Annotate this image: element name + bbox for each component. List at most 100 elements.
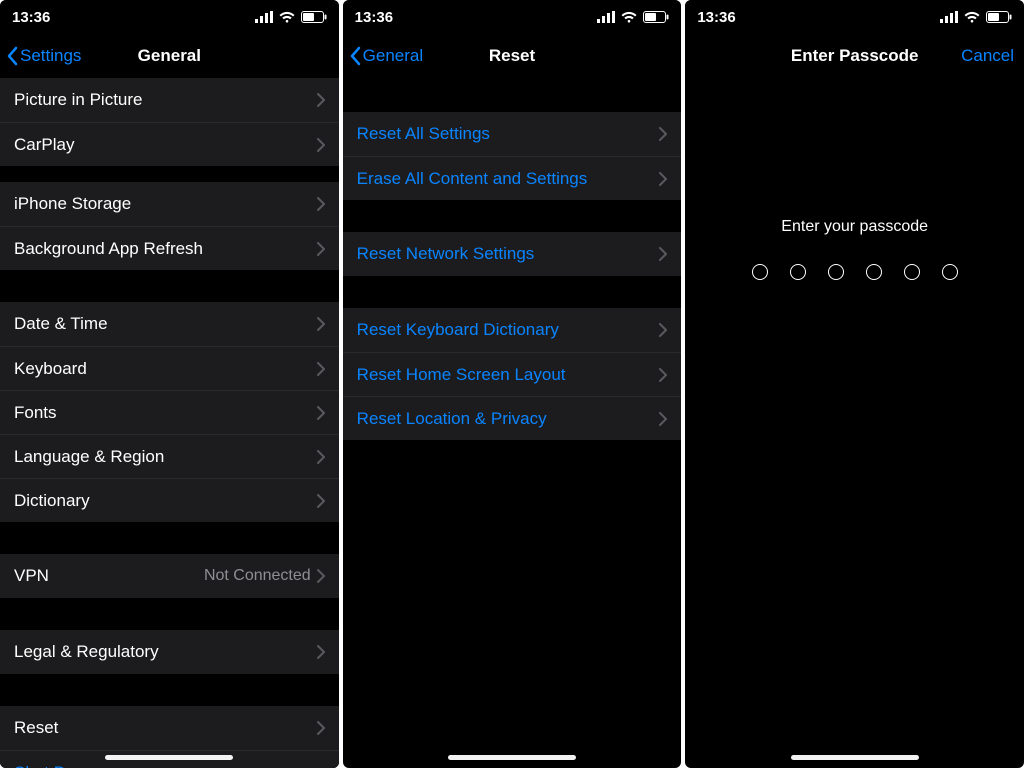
reset-list[interactable]: Reset All Settings Erase All Content and … <box>343 78 682 440</box>
status-indicators <box>597 11 669 23</box>
home-indicator[interactable] <box>448 755 576 760</box>
row-detail: Not Connected <box>204 567 311 585</box>
screen-passcode: 13:36 Enter Passcode Cancel Enter your p… <box>685 0 1024 768</box>
cellular-icon <box>255 11 273 23</box>
chevron-right-icon <box>659 247 667 261</box>
row-label: Erase All Content and Settings <box>357 169 660 189</box>
chevron-right-icon <box>317 242 325 256</box>
status-indicators <box>255 11 327 23</box>
screen-reset: 13:36 General Reset Reset All Settings Er… <box>343 0 682 768</box>
row-legal-regulatory[interactable]: Legal & Regulatory <box>0 630 339 674</box>
row-label: Reset Home Screen Layout <box>357 365 660 385</box>
row-vpn[interactable]: VPNNot Connected <box>0 554 339 598</box>
chevron-right-icon <box>659 368 667 382</box>
settings-group: Date & Time Keyboard Fonts Language & Regio… <box>0 302 339 522</box>
row-label: Reset Keyboard Dictionary <box>357 320 660 340</box>
wifi-icon <box>279 11 295 23</box>
row-label: Keyboard <box>14 359 317 379</box>
status-bar: 13:36 <box>0 0 339 34</box>
cellular-icon <box>597 11 615 23</box>
status-bar: 13:36 <box>343 0 682 34</box>
passcode-dot <box>904 264 920 280</box>
row-reset[interactable]: Reset <box>0 706 339 750</box>
back-label: Settings <box>20 46 81 66</box>
row-dictionary[interactable]: Dictionary <box>0 478 339 522</box>
settings-group: iPhone Storage Background App Refresh <box>0 182 339 270</box>
status-time: 13:36 <box>12 9 50 26</box>
row-language-region[interactable]: Language & Region <box>0 434 339 478</box>
status-bar: 13:36 <box>685 0 1024 34</box>
battery-icon <box>643 11 669 23</box>
passcode-area: Enter your passcode <box>685 78 1024 280</box>
settings-group: VPNNot Connected <box>0 554 339 598</box>
passcode-prompt: Enter your passcode <box>685 218 1024 236</box>
row-label: Reset All Settings <box>357 124 660 144</box>
chevron-right-icon <box>317 362 325 376</box>
row-label: VPN <box>14 566 204 586</box>
settings-group: Legal & Regulatory <box>0 630 339 674</box>
passcode-dot <box>942 264 958 280</box>
home-indicator[interactable] <box>791 755 919 760</box>
row-label: Reset Location & Privacy <box>357 409 660 429</box>
settings-group: Reset All Settings Erase All Content and … <box>343 112 682 200</box>
chevron-right-icon <box>317 138 325 152</box>
row-fonts[interactable]: Fonts <box>0 390 339 434</box>
passcode-dot <box>752 264 768 280</box>
status-indicators <box>940 11 1012 23</box>
settings-group: Reset Keyboard Dictionary Reset Home Scre… <box>343 308 682 440</box>
passcode-dot <box>790 264 806 280</box>
wifi-icon <box>621 11 637 23</box>
row-label: Date & Time <box>14 314 317 334</box>
back-button-settings[interactable]: Settings <box>0 34 81 78</box>
chevron-right-icon <box>659 127 667 141</box>
passcode-dots[interactable] <box>685 264 1024 280</box>
chevron-right-icon <box>659 412 667 426</box>
row-label: Picture in Picture <box>14 90 317 110</box>
row-label: Legal & Regulatory <box>14 642 317 662</box>
row-carplay[interactable]: CarPlay <box>0 122 339 166</box>
screen-general: 13:36 Settings General Picture in Pictur… <box>0 0 339 768</box>
row-reset-location-privacy[interactable]: Reset Location & Privacy <box>343 396 682 440</box>
passcode-dot <box>828 264 844 280</box>
chevron-right-icon <box>317 569 325 583</box>
chevron-right-icon <box>659 172 667 186</box>
row-label: iPhone Storage <box>14 194 317 214</box>
settings-group: Reset Network Settings <box>343 232 682 276</box>
tutorial-triptych: 13:36 Settings General Picture in Pictur… <box>0 0 1024 768</box>
settings-list[interactable]: Picture in Picture CarPlay iPhone Storage B… <box>0 78 339 768</box>
row-background-app-refresh[interactable]: Background App Refresh <box>0 226 339 270</box>
chevron-right-icon <box>659 323 667 337</box>
status-time: 13:36 <box>697 9 735 26</box>
chevron-right-icon <box>317 721 325 735</box>
row-reset-home-screen-layout[interactable]: Reset Home Screen Layout <box>343 352 682 396</box>
row-date-time[interactable]: Date & Time <box>0 302 339 346</box>
chevron-right-icon <box>317 406 325 420</box>
nav-bar: General Reset <box>343 34 682 78</box>
row-label: Shut Down <box>14 763 325 768</box>
cellular-icon <box>940 11 958 23</box>
row-label: Reset Network Settings <box>357 244 660 264</box>
chevron-right-icon <box>317 494 325 508</box>
wifi-icon <box>964 11 980 23</box>
row-label: Background App Refresh <box>14 239 317 259</box>
battery-icon <box>986 11 1012 23</box>
home-indicator[interactable] <box>105 755 233 760</box>
chevron-right-icon <box>317 197 325 211</box>
chevron-right-icon <box>317 450 325 464</box>
row-erase-all-content-and-settings[interactable]: Erase All Content and Settings <box>343 156 682 200</box>
chevron-left-icon <box>6 46 18 66</box>
row-label: Language & Region <box>14 447 317 467</box>
cancel-button[interactable]: Cancel <box>961 46 1014 66</box>
row-reset-network-settings[interactable]: Reset Network Settings <box>343 232 682 276</box>
row-reset-keyboard-dictionary[interactable]: Reset Keyboard Dictionary <box>343 308 682 352</box>
row-label: Reset <box>14 718 317 738</box>
back-button-general[interactable]: General <box>343 34 423 78</box>
row-picture-in-picture[interactable]: Picture in Picture <box>0 78 339 122</box>
battery-icon <box>301 11 327 23</box>
settings-group: Picture in Picture CarPlay <box>0 78 339 166</box>
status-time: 13:36 <box>355 9 393 26</box>
row-reset-all-settings[interactable]: Reset All Settings <box>343 112 682 156</box>
row-keyboard[interactable]: Keyboard <box>0 346 339 390</box>
row-iphone-storage[interactable]: iPhone Storage <box>0 182 339 226</box>
nav-bar: Enter Passcode Cancel <box>685 34 1024 78</box>
